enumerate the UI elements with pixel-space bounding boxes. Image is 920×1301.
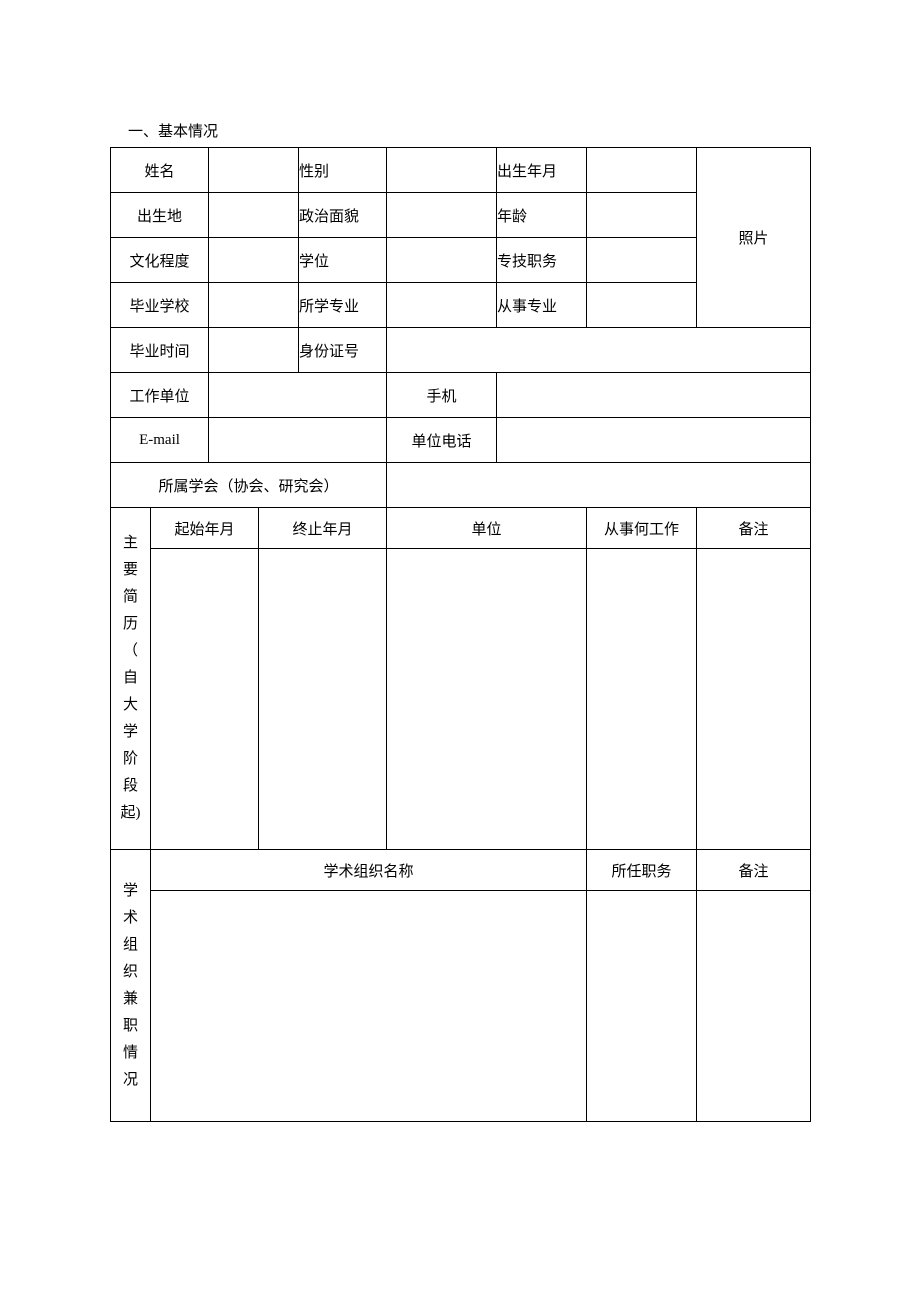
label-education: 文化程度: [111, 238, 209, 283]
label-birthdate: 出生年月: [497, 148, 587, 193]
value-birthdate: [587, 148, 697, 193]
org-side-char: 职: [111, 1013, 150, 1040]
resume-cell-note: [697, 549, 811, 850]
resume-side-char: 阶: [111, 746, 150, 773]
resume-header-unit: 单位: [387, 508, 587, 549]
label-workunit: 工作单位: [111, 373, 209, 418]
value-birthplace: [209, 193, 299, 238]
resume-side-char: 学: [111, 719, 150, 746]
value-gender: [387, 148, 497, 193]
resume-side-label: 主 要 简 历 （ 自 大 学 阶 段 起): [111, 508, 151, 850]
resume-side-char: 历: [111, 611, 150, 638]
section-title: 一、基本情况: [128, 120, 810, 141]
org-header-name: 学术组织名称: [151, 850, 587, 891]
resume-header-note: 备注: [697, 508, 811, 549]
label-age: 年龄: [497, 193, 587, 238]
org-side-char: 织: [111, 959, 150, 986]
org-header-position: 所任职务: [587, 850, 697, 891]
resume-side-char: 自: [111, 665, 150, 692]
resume-side-char: 要: [111, 557, 150, 584]
label-idnumber: 身份证号: [299, 328, 387, 373]
label-unitphone: 单位电话: [387, 418, 497, 463]
value-unitphone: [497, 418, 811, 463]
value-education: [209, 238, 299, 283]
value-mobile: [497, 373, 811, 418]
org-side-char: 情: [111, 1040, 150, 1067]
value-major: [387, 283, 497, 328]
resume-side-char: 简: [111, 584, 150, 611]
org-side-char: 兼: [111, 986, 150, 1013]
photo-cell: 照片: [697, 148, 811, 328]
org-side-char: 术: [111, 905, 150, 932]
value-gradschool: [209, 283, 299, 328]
resume-side-char: 主: [111, 530, 150, 557]
resume-header-start: 起始年月: [151, 508, 259, 549]
basic-info-table: 姓名 性别 出生年月 照片 出生地 政治面貌 年龄 文化程度 学位 专技职务: [110, 147, 811, 1122]
resume-header-end: 终止年月: [259, 508, 387, 549]
label-degree: 学位: [299, 238, 387, 283]
label-major: 所学专业: [299, 283, 387, 328]
value-degree: [387, 238, 497, 283]
org-cell-note: [697, 891, 811, 1122]
resume-cell-start: [151, 549, 259, 850]
label-political: 政治面貌: [299, 193, 387, 238]
org-side-char: 况: [111, 1067, 150, 1094]
label-society: 所属学会（协会、研究会）: [111, 463, 387, 508]
org-side-char: 学: [111, 878, 150, 905]
label-gender: 性别: [299, 148, 387, 193]
org-cell-name: [151, 891, 587, 1122]
org-side-label: 学 术 组 织 兼 职 情 况: [111, 850, 151, 1122]
value-name: [209, 148, 299, 193]
label-birthplace: 出生地: [111, 193, 209, 238]
resume-side-char: 大: [111, 692, 150, 719]
org-header-note: 备注: [697, 850, 811, 891]
resume-side-char: 起): [111, 800, 150, 827]
value-protitle: [587, 238, 697, 283]
org-cell-position: [587, 891, 697, 1122]
resume-cell-work: [587, 549, 697, 850]
label-mobile: 手机: [387, 373, 497, 418]
value-political: [387, 193, 497, 238]
label-email: E-mail: [111, 418, 209, 463]
value-age: [587, 193, 697, 238]
label-gradtime: 毕业时间: [111, 328, 209, 373]
resume-side-char: 段: [111, 773, 150, 800]
value-idnumber: [387, 328, 811, 373]
resume-cell-unit: [387, 549, 587, 850]
resume-header-work: 从事何工作: [587, 508, 697, 549]
resume-cell-end: [259, 549, 387, 850]
value-society: [387, 463, 811, 508]
label-name: 姓名: [111, 148, 209, 193]
page: 一、基本情况 姓名 性别 出生年月 照片 出生地: [0, 0, 920, 1301]
label-engagedmajor: 从事专业: [497, 283, 587, 328]
resume-side-char: （: [111, 638, 150, 665]
value-workunit: [209, 373, 387, 418]
value-email: [209, 418, 387, 463]
org-side-char: 组: [111, 932, 150, 959]
value-engagedmajor: [587, 283, 697, 328]
value-gradtime: [209, 328, 299, 373]
label-protitle: 专技职务: [497, 238, 587, 283]
label-gradschool: 毕业学校: [111, 283, 209, 328]
